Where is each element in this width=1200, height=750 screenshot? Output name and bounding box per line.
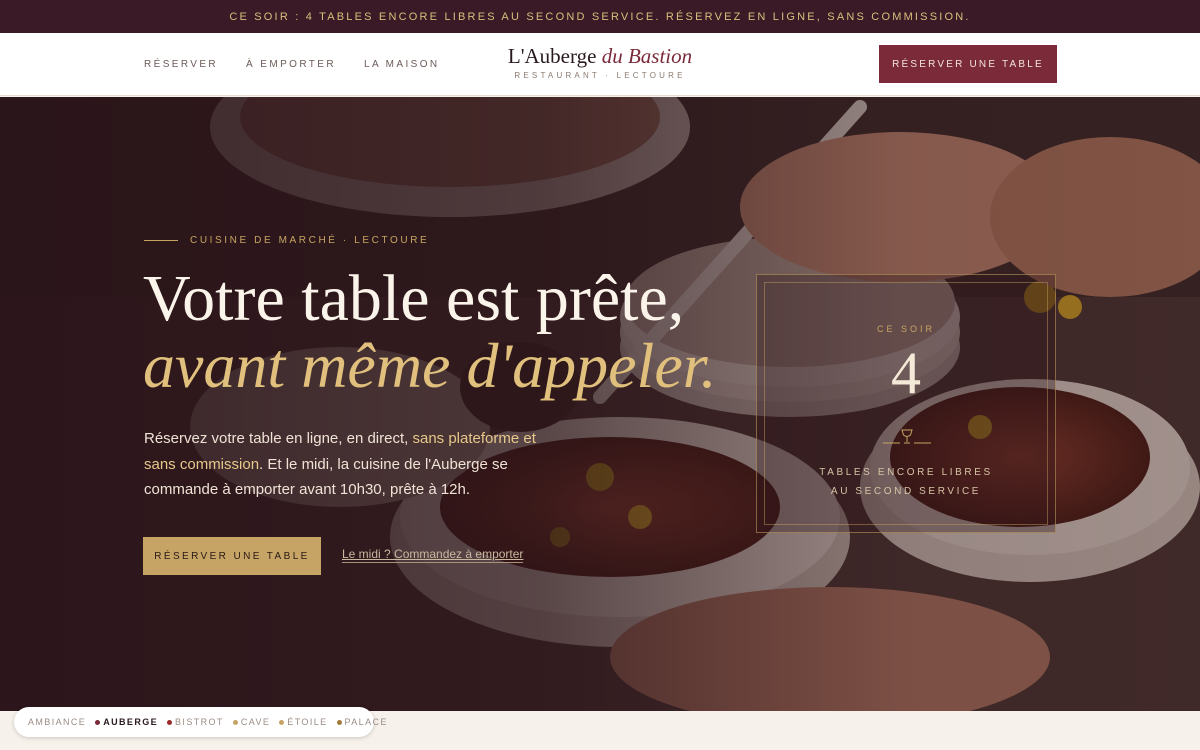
theme-option-bistrot[interactable]: Bistrot	[167, 717, 224, 727]
lead-part1: Réservez votre table en ligne, en direct…	[144, 430, 413, 447]
theme-option-palace[interactable]: Palace	[336, 717, 388, 727]
nav-link-emporter[interactable]: À emporter	[246, 59, 336, 70]
theme-dot	[167, 719, 173, 725]
hero-title-line2: avant même d'appeler.	[143, 330, 717, 401]
hero-lead: Réservez votre table en ligne, en direct…	[144, 426, 564, 503]
tonight-card: Ce soir 4 Tables encore libres au second…	[756, 274, 1056, 533]
logo[interactable]: L'Auberge du Bastion Restaurant · Lectou…	[500, 44, 700, 80]
theme-switcher: Ambiance Auberge Bistrot Cave Étoile Pal…	[14, 707, 386, 737]
tonight-card-inner: Ce soir 4 Tables encore libres au second…	[764, 282, 1048, 525]
announcement-bar: Ce soir : 4 tables encore libres au seco…	[0, 0, 1200, 33]
theme-option-auberge[interactable]: Auberge	[95, 717, 158, 727]
theme-option-cave[interactable]: Cave	[232, 717, 271, 727]
site-header: Réserver À emporter La maison L'Auberge …	[0, 33, 1200, 96]
hero-reserve-button[interactable]: Réserver une table	[143, 537, 321, 575]
theme-palace-text: Palace	[344, 717, 388, 727]
hero-eyebrow: Cuisine de marché · Lectoure	[144, 235, 429, 246]
logo-name: L'Auberge du Bastion	[500, 44, 700, 68]
theme-label-ambiance: Ambiance	[28, 717, 86, 727]
nav-link-reserver[interactable]: Réserver	[144, 59, 218, 70]
tonight-text-line2: au second service	[830, 486, 982, 497]
theme-option-etoile[interactable]: Étoile	[279, 717, 327, 727]
theme-auberge-text: Auberge	[103, 717, 159, 727]
theme-bistrot-text: Bistrot	[175, 717, 224, 727]
announcement-text: Ce soir : 4 tables encore libres au seco…	[229, 10, 971, 23]
main-nav: Réserver À emporter La maison	[144, 33, 440, 96]
eyebrow-text: Cuisine de marché · Lectoure	[190, 235, 430, 246]
logo-name-italic: du Bastion	[601, 44, 693, 68]
eyebrow-line	[144, 240, 178, 241]
theme-dot	[279, 719, 285, 725]
hero: Cuisine de marché · Lectoure Votre table…	[0, 97, 1200, 711]
theme-etoile-text: Étoile	[287, 717, 328, 727]
theme-dot	[336, 719, 342, 725]
hero-title-line1: Votre table est prête,	[143, 262, 685, 335]
wine-glass-icon	[883, 429, 931, 444]
header-reserve-button[interactable]: Réserver une table	[879, 45, 1057, 83]
theme-dot	[232, 719, 238, 725]
logo-name-regular: L'Auberge	[507, 44, 602, 68]
logo-subtitle: Restaurant · Lectoure	[514, 71, 686, 80]
tonight-text: Tables encore libres au second service	[765, 463, 1047, 501]
takeaway-link[interactable]: Le midi ? Commandez à emporter	[342, 547, 524, 563]
tables-count: 4	[891, 340, 921, 406]
nav-link-maison[interactable]: La maison	[364, 59, 440, 70]
theme-dot	[95, 719, 101, 725]
theme-cave-text: Cave	[240, 717, 271, 727]
tonight-text-line1: Tables encore libres	[819, 467, 993, 478]
tonight-label: Ce soir	[876, 324, 935, 334]
theme-ambiance-text: Ambiance	[28, 717, 87, 727]
